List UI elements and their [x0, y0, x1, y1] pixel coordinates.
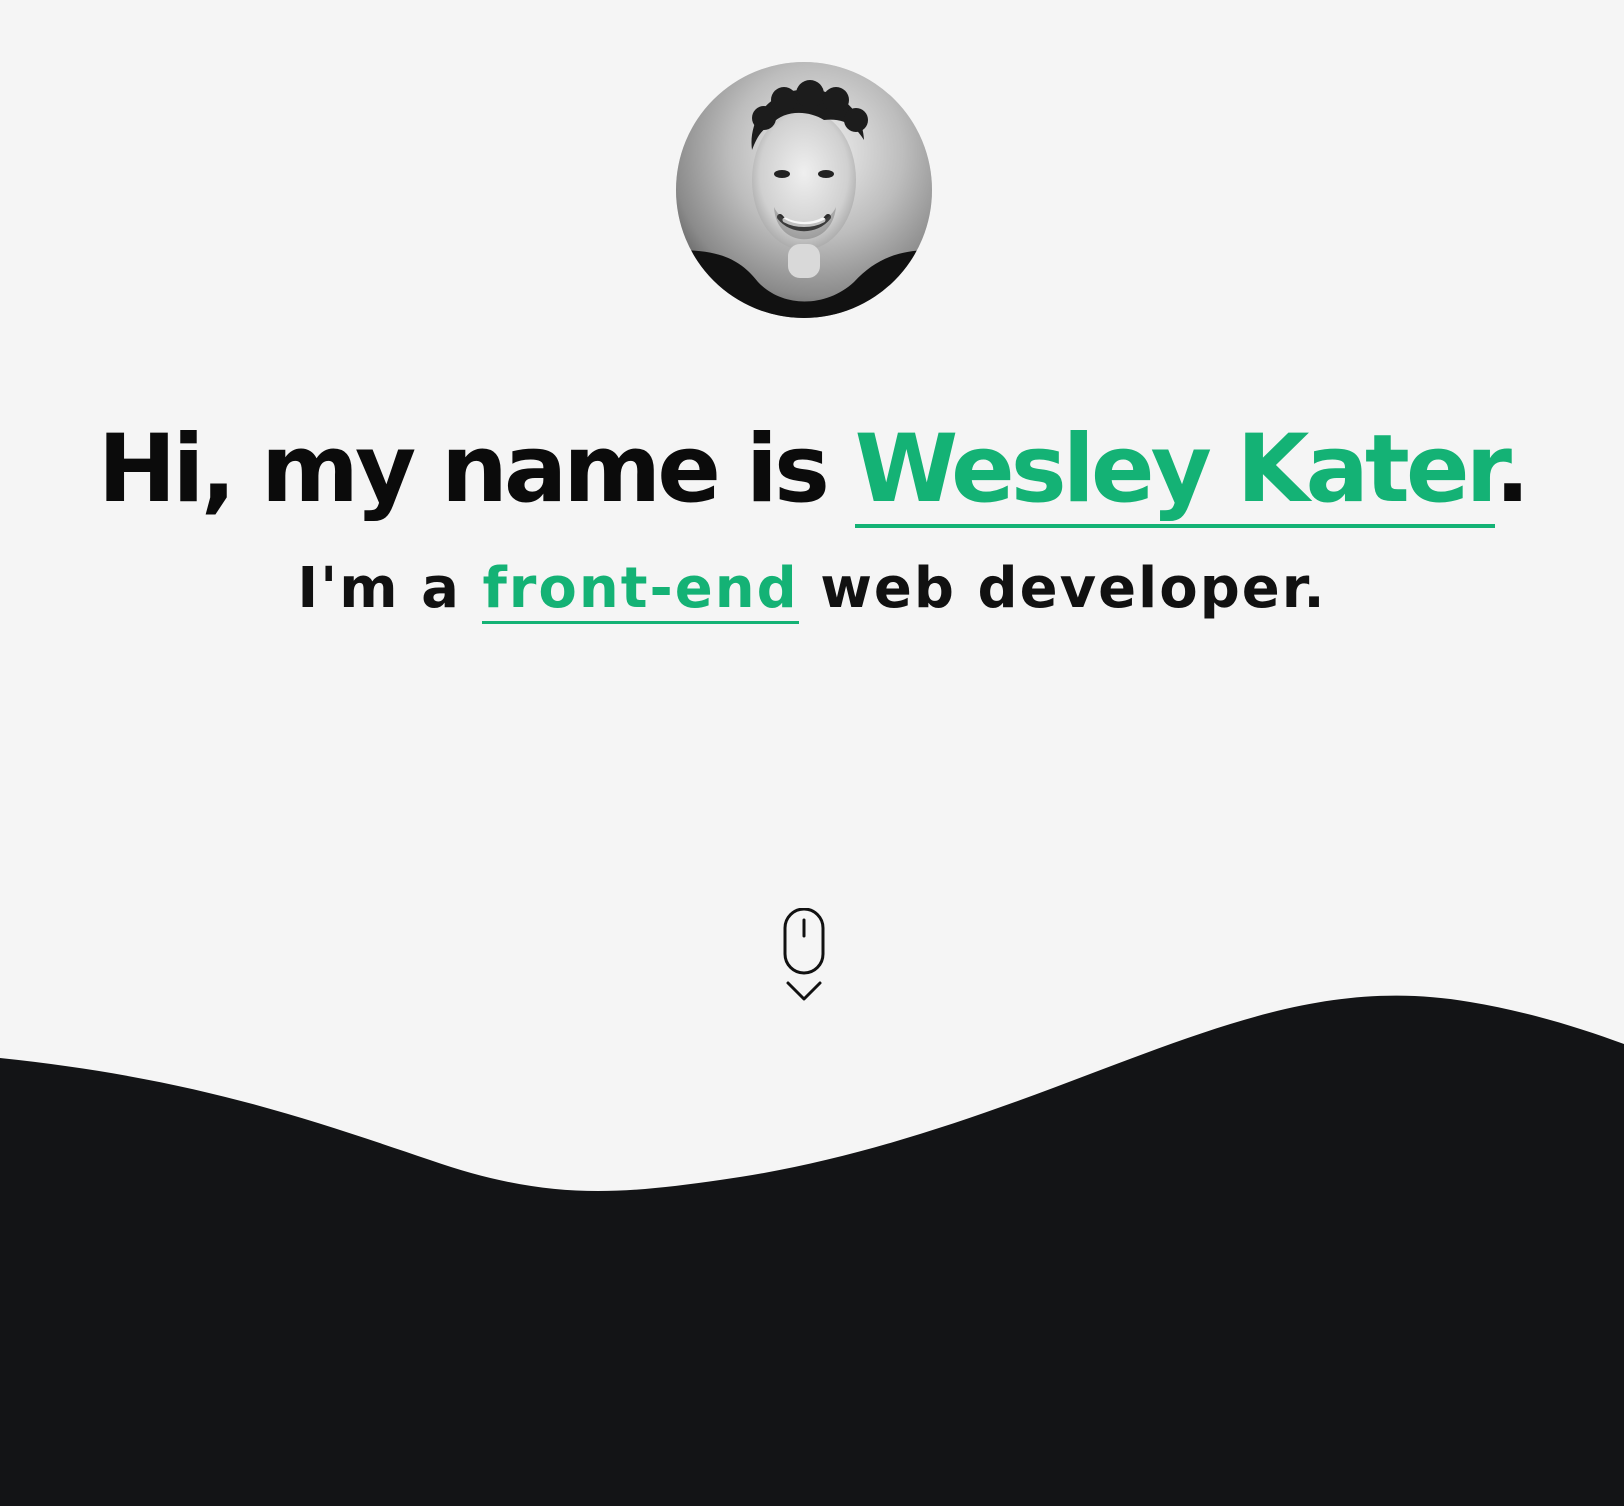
wave-shape — [0, 995, 1624, 1506]
headline-prefix: Hi, my name is — [97, 415, 855, 524]
profile-avatar — [676, 62, 932, 318]
wave-divider — [0, 990, 1624, 1506]
hero-section: Hi, my name is Wesley Kater. I'm a front… — [0, 0, 1624, 1506]
headline-suffix: . — [1494, 415, 1531, 524]
subheadline-prefix: I'm a — [297, 556, 483, 621]
headline: Hi, my name is Wesley Kater. — [0, 410, 1624, 530]
name-link[interactable]: Wesley Kater — [854, 415, 1499, 528]
profile-photo — [676, 62, 932, 318]
subheadline-suffix: web developer. — [798, 556, 1327, 621]
role-link[interactable]: front-end — [482, 556, 799, 624]
subheadline: I'm a front-end web developer. — [0, 552, 1624, 626]
